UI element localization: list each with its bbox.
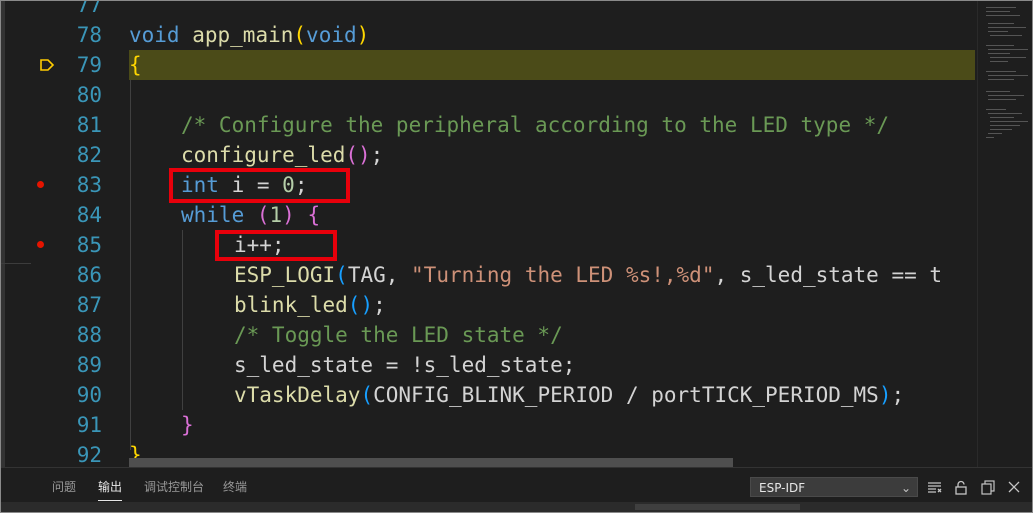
tab-terminal[interactable]: 终端 [223, 478, 247, 495]
tab-output[interactable]: 输出 [98, 478, 123, 501]
code-line-84: while (1) { [181, 203, 321, 227]
code-line-88: /* Toggle the LED state */ [234, 323, 563, 347]
line-number: 87 [76, 293, 102, 317]
tab-debug-console[interactable]: 调试控制台 [144, 478, 204, 495]
line-number: 89 [76, 353, 102, 377]
tab-problems[interactable]: 问题 [52, 478, 76, 495]
line-number: 81 [76, 113, 102, 137]
line-number: 78 [76, 23, 102, 47]
line-number: 85 [76, 233, 102, 257]
line-number-gutter[interactable]: 77 78 79 80 81 82 83 84 85 86 87 88 89 9… [5, 1, 125, 467]
code-line-86: ESP_LOGI(TAG, "Turning the LED %s!,%d", … [234, 263, 943, 287]
code-line-78: void app_main(void) [129, 23, 370, 47]
code-line-81: /* Configure the peripheral according to… [181, 113, 890, 137]
code-line-82: configure_led(); [181, 143, 384, 167]
vscode-window: 77 78 79 80 81 82 83 84 85 86 87 88 89 9… [0, 0, 1033, 513]
output-channel-select[interactable]: ESP-IDF ⌄ [750, 477, 918, 497]
line-number: 88 [76, 323, 102, 347]
panel-scrollbar[interactable] [1, 502, 1032, 512]
line-number: 80 [76, 83, 102, 107]
output-channel-value: ESP-IDF [759, 481, 806, 495]
line-number: 92 [76, 443, 102, 467]
code-line-89: s_led_state = !s_led_state; [234, 353, 576, 377]
line-number: 90 [76, 383, 102, 407]
minimap[interactable] [977, 1, 1032, 467]
highlight-box-int-i [169, 168, 350, 203]
breakpoint-icon[interactable] [37, 241, 44, 248]
horizontal-scrollbar[interactable] [129, 458, 733, 467]
line-number: 77 [76, 0, 102, 17]
clear-output-icon[interactable] [927, 480, 942, 495]
close-icon[interactable] [1007, 480, 1021, 495]
lock-icon[interactable] [954, 480, 968, 495]
chevron-down-icon: ⌄ [900, 481, 911, 495]
line-number: 82 [76, 143, 102, 167]
line-number: 84 [76, 203, 102, 227]
line-number: 86 [76, 263, 102, 287]
breakpoint-icon[interactable] [37, 181, 44, 188]
copy-icon[interactable] [980, 480, 996, 495]
highlight-box-i-increment [215, 230, 337, 261]
code-line-90: vTaskDelay(CONFIG_BLINK_PERIOD / portTIC… [234, 383, 905, 407]
code-line-79: { [129, 53, 142, 77]
line-number: 91 [76, 413, 102, 437]
code-line-91: } [181, 413, 194, 437]
code-line-87: blink_led(); [234, 293, 386, 317]
line-number: 83 [76, 173, 102, 197]
debug-arrow-icon [40, 59, 55, 71]
